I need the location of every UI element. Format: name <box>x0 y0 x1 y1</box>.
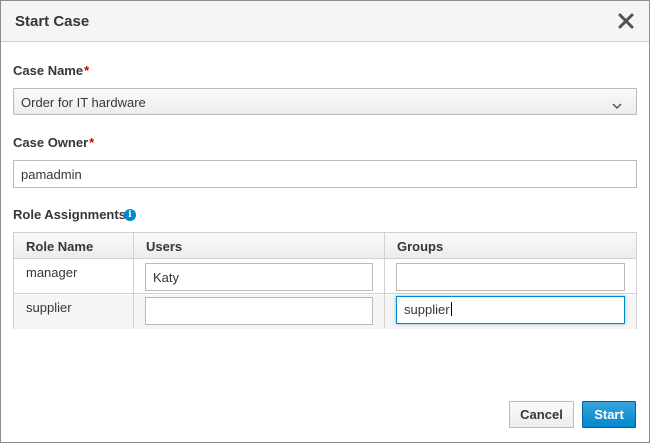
column-divider <box>133 233 134 328</box>
column-divider <box>384 233 385 328</box>
table-header-row: Role Name Users Groups <box>14 233 636 259</box>
case-name-label-text: Case Name <box>13 63 84 78</box>
table-row: manager <box>14 260 636 294</box>
groups-input-value: supplier <box>404 302 450 317</box>
users-input[interactable] <box>145 297 373 325</box>
groups-input[interactable] <box>396 263 625 291</box>
text-caret <box>450 302 452 316</box>
close-icon[interactable] <box>617 12 635 30</box>
chevron-down-icon <box>612 98 622 113</box>
role-assignments-label: Role Assignments <box>13 207 126 222</box>
groups-input[interactable]: supplier <box>396 296 625 324</box>
case-owner-label: Case Owner* <box>13 135 94 150</box>
column-header-role-name: Role Name <box>26 239 94 254</box>
required-marker: * <box>84 63 90 78</box>
case-name-select[interactable]: Order for IT hardware <box>13 88 637 115</box>
case-owner-label-text: Case Owner <box>13 135 89 150</box>
column-header-users: Users <box>146 239 183 254</box>
dialog-title: Start Case <box>15 13 90 30</box>
role-name-cell: manager <box>26 265 78 280</box>
case-name-label: Case Name* <box>13 63 89 78</box>
case-name-selected-value: Order for IT hardware <box>21 95 146 110</box>
info-icon[interactable]: i <box>124 209 136 221</box>
cancel-button[interactable]: Cancel <box>509 401 574 428</box>
start-case-dialog: Start Case Case Name* Order for IT hardw… <box>0 0 650 443</box>
required-marker: * <box>89 135 95 150</box>
table-row: supplier supplier <box>14 295 636 329</box>
case-owner-input[interactable] <box>13 160 637 188</box>
role-assignments-table: Role Name Users Groups manager supplier … <box>13 232 637 329</box>
dialog-header: Start Case <box>1 1 649 42</box>
role-name-cell: supplier <box>26 300 72 315</box>
start-button[interactable]: Start <box>582 401 636 428</box>
users-input[interactable] <box>145 263 373 291</box>
column-header-groups: Groups <box>397 239 444 254</box>
